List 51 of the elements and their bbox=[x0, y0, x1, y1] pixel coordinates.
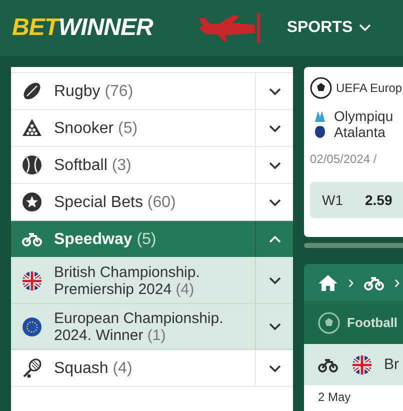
billiard-balls-icon bbox=[22, 118, 42, 138]
logo-text[interactable]: WINNER bbox=[58, 14, 153, 42]
item-label: Speedway (5) bbox=[54, 230, 156, 248]
item-label: British Championship. Premiership 2024 (4) bbox=[54, 264, 201, 298]
item-label: Special Bets (60) bbox=[54, 194, 176, 210]
sport-row[interactable]: Special Bets (60) bbox=[11, 184, 293, 221]
team-name: Olympiqu bbox=[334, 108, 394, 124]
event-date: 2 May bbox=[318, 390, 351, 404]
sport-row[interactable]: Softball (3) bbox=[11, 147, 293, 184]
league-row[interactable]: British Championship. Premiership 2024 (4) bbox=[11, 258, 293, 304]
eu-flag-icon bbox=[22, 316, 42, 336]
club-crest-icon bbox=[314, 109, 326, 123]
sports-menu[interactable]: SPORTS bbox=[286, 19, 371, 37]
breadcrumb-separator: › bbox=[394, 272, 400, 293]
item-label: Rugby (76) bbox=[54, 82, 134, 100]
uk-flag-icon bbox=[352, 354, 372, 374]
league-row[interactable]: European Championship. 2024. Winner (1) bbox=[11, 304, 293, 350]
item-label: Squash (4) bbox=[54, 360, 132, 376]
sport-title: Football bbox=[347, 315, 398, 330]
item-label: Snooker (5) bbox=[54, 120, 138, 136]
uk-flag-icon bbox=[22, 270, 42, 290]
chevron-down-icon bbox=[268, 322, 280, 331]
chevron-down-icon bbox=[268, 124, 280, 132]
chevron-down-icon bbox=[268, 160, 280, 170]
team-name: Atalanta bbox=[334, 124, 386, 140]
item-label: European Championship. 2024. Winner (1) bbox=[54, 310, 224, 344]
soccer-ball-icon bbox=[318, 312, 340, 334]
match-date: 02/05/2024 / bbox=[310, 152, 378, 166]
sport-row[interactable]: Rugby (76) bbox=[11, 73, 293, 110]
club-crest-icon bbox=[314, 125, 326, 139]
ball-icon bbox=[22, 155, 42, 175]
sport-row[interactable]: Snooker (5) bbox=[11, 110, 293, 147]
breadcrumb-separator: › bbox=[348, 272, 354, 293]
rugby-ball-icon bbox=[22, 81, 42, 101]
logo-text[interactable]: BET bbox=[12, 14, 58, 42]
sport-row[interactable]: Squash (4) bbox=[11, 350, 293, 387]
item-label: Softball (3) bbox=[54, 156, 132, 174]
airplane-icon[interactable] bbox=[196, 12, 263, 44]
chevron-down-icon bbox=[268, 276, 280, 285]
sport-row[interactable]: Speedway (5) bbox=[11, 221, 293, 258]
chevron-down-icon bbox=[268, 86, 280, 96]
chevron-down-icon bbox=[268, 364, 280, 372]
home-icon bbox=[318, 274, 338, 292]
chevron-up-icon bbox=[268, 234, 280, 244]
chevron-down-icon bbox=[358, 24, 371, 32]
odds-button[interactable]: W1 2.59 bbox=[310, 182, 403, 218]
league-name[interactable]: UEFA Europ bbox=[336, 81, 402, 95]
chevron-down-icon bbox=[268, 198, 280, 206]
racket-icon bbox=[22, 358, 42, 378]
soccer-ball-icon bbox=[310, 77, 332, 99]
event-row[interactable]: Br bbox=[304, 344, 403, 385]
